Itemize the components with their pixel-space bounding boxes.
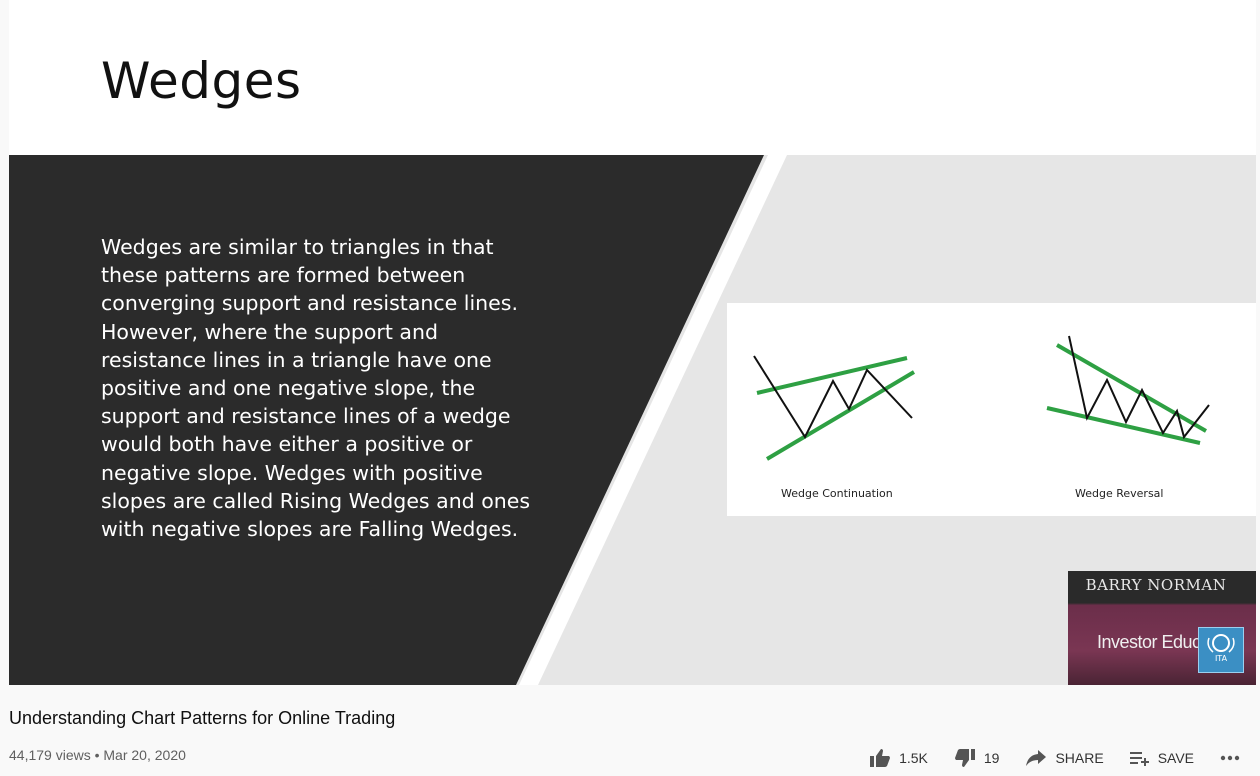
wedge-reversal-caption: Wedge Reversal [1075,487,1164,500]
video-meta: 44,179 views • Mar 20, 2020 [9,747,186,763]
presenter-subtitle: Investor Educat [1097,632,1215,652]
presenter-name: BARRY NORMAN [1085,576,1227,594]
slide-body-text: Wedges are similar to triangles in that … [101,235,531,542]
share-icon [1026,750,1047,766]
thumbs-up-icon [870,749,891,767]
ita-logo: ITA [1198,627,1244,673]
presenter-overlay: BARRY NORMAN Investor Educat ITA [1068,571,1256,685]
wedge-diagram: Wedge Continuation Wedge Reversal [727,303,1256,516]
more-horizontal-icon [1220,755,1240,761]
video-title: Understanding Chart Patterns for Online … [9,708,396,728]
share-button[interactable]: SHARE [1025,749,1104,767]
video-player[interactable]: Wedges Wedges are similar to triangles i… [9,0,1256,685]
dislike-count: 19 [983,750,1000,766]
wedge-reversal-figure [1046,335,1210,445]
video-actions: 1.5K 19 SHARE SAVE [869,746,1240,770]
wedge-continuation-figure [753,355,916,461]
share-label: SHARE [1055,750,1104,766]
more-button[interactable] [1220,755,1240,761]
ita-logo-text: ITA [1215,654,1228,663]
dislike-button[interactable]: 19 [954,748,1000,768]
thumbs-down-icon [954,749,975,767]
slide-title: Wedges [101,52,302,110]
playlist-add-icon [1129,752,1149,766]
save-label: SAVE [1157,750,1194,766]
like-count: 1.5K [899,750,928,766]
like-button[interactable]: 1.5K [869,748,928,768]
save-button[interactable]: SAVE [1129,750,1194,766]
wedge-continuation-caption: Wedge Continuation [781,487,893,500]
